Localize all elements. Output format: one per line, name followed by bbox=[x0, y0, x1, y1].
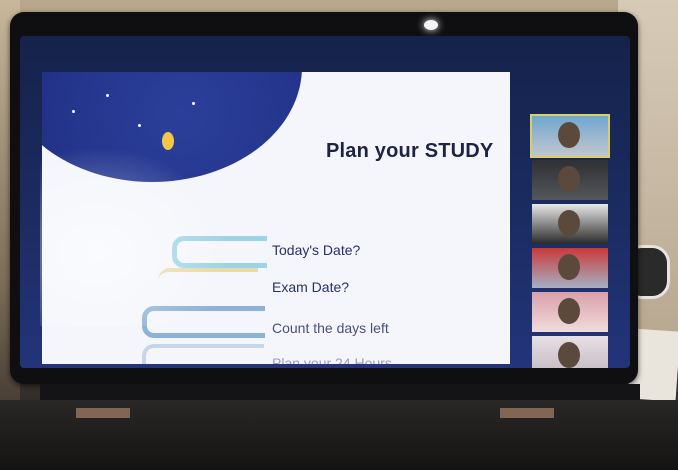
key-reflection bbox=[76, 408, 130, 418]
participant-avatar bbox=[558, 210, 580, 236]
book-illustration bbox=[172, 236, 267, 268]
participant-tile[interactable] bbox=[532, 204, 608, 244]
book-illustration bbox=[142, 344, 264, 364]
slide-title: Plan your STUDY bbox=[326, 140, 494, 162]
participant-tile[interactable] bbox=[532, 248, 608, 288]
participant-avatar bbox=[558, 254, 580, 280]
star-icon bbox=[72, 110, 75, 113]
laptop-hinge bbox=[40, 384, 640, 400]
laptop-screen: Plan your STUDY Today's Date? Exam Date?… bbox=[20, 36, 630, 368]
star-icon bbox=[138, 124, 141, 127]
webcam-light-icon bbox=[424, 20, 438, 30]
participant-tile[interactable] bbox=[532, 292, 608, 332]
moon-icon bbox=[162, 132, 174, 150]
slide-item: Today's Date? bbox=[272, 242, 361, 258]
slide-item: Plan your 24 Hours bbox=[272, 355, 392, 364]
participant-avatar bbox=[558, 342, 580, 368]
book-illustration bbox=[142, 306, 265, 338]
participant-tile[interactable] bbox=[530, 114, 610, 158]
book-illustration bbox=[158, 268, 258, 294]
presentation-slide: Plan your STUDY Today's Date? Exam Date?… bbox=[42, 72, 510, 364]
participant-tile[interactable] bbox=[532, 336, 608, 368]
participant-tile[interactable] bbox=[532, 160, 608, 200]
key-reflection bbox=[500, 408, 554, 418]
slide-item: Exam Date? bbox=[272, 279, 350, 295]
slide-night-banner bbox=[42, 72, 302, 182]
participant-panel bbox=[530, 114, 612, 368]
participant-avatar bbox=[558, 122, 580, 148]
star-icon bbox=[192, 102, 195, 105]
star-icon bbox=[106, 94, 109, 97]
participant-avatar bbox=[558, 298, 580, 324]
participant-avatar bbox=[558, 166, 580, 192]
slide-item: Count the days left bbox=[272, 320, 389, 336]
